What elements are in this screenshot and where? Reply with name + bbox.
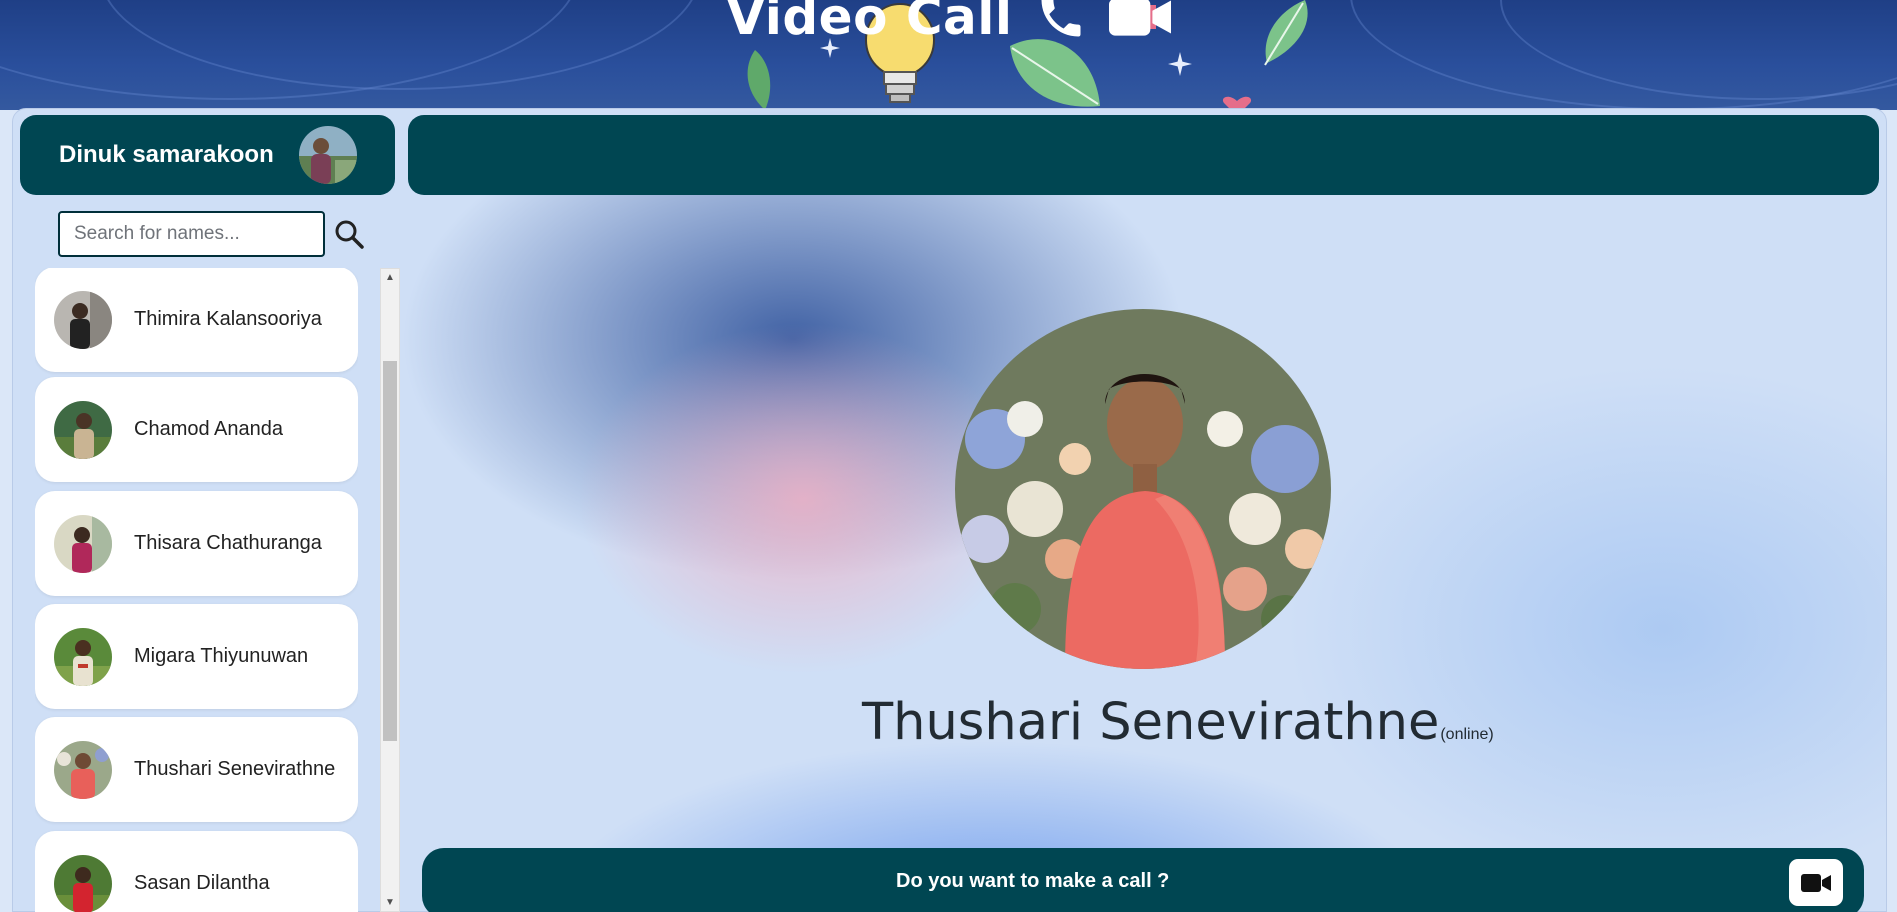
selected-contact-name: Thushari Senevirathne	[862, 693, 1440, 752]
contact-avatar	[54, 290, 112, 349]
avatar-photo	[955, 309, 1331, 669]
contact-item[interactable]: Sasan Dilantha	[35, 831, 358, 912]
contact-avatar	[54, 400, 112, 459]
contact-name: Migara Thiyunuwan	[134, 645, 309, 667]
chat-top-bar	[408, 115, 1879, 195]
contact-item[interactable]: Chamod Ananda	[35, 377, 358, 482]
current-user-name: Dinuk samarakoon	[59, 141, 274, 168]
contact-name: Thushari Senevirathne	[134, 758, 336, 780]
contact-avatar	[54, 854, 112, 912]
contact-name: Thimira Kalansooriya	[134, 308, 322, 330]
app-title-text: Video Call	[726, 0, 1013, 46]
search-input[interactable]	[58, 211, 325, 257]
sparkle-decoration	[1168, 52, 1192, 76]
contact-avatar	[54, 627, 112, 686]
contact-name: Chamod Ananda	[134, 418, 284, 440]
avatar-photo	[54, 290, 112, 349]
avatar-photo	[299, 126, 357, 184]
phone-icon	[1041, 0, 1081, 37]
contact-list: Thimira Kalansooriya Chamod Ananda Thisa…	[35, 268, 358, 912]
avatar-photo	[54, 854, 112, 912]
scroll-up-arrow-icon[interactable]: ▲	[381, 269, 399, 286]
header-banner: Video Call	[0, 0, 1897, 110]
contact-name: Thisara Chathuranga	[134, 532, 322, 554]
avatar-photo	[54, 514, 112, 573]
avatar-photo	[54, 400, 112, 459]
start-video-call-button[interactable]	[1789, 859, 1843, 906]
avatar-photo	[54, 627, 112, 686]
contact-avatar	[54, 740, 112, 799]
call-prompt-text: Do you want to make a call ?	[896, 870, 1170, 892]
app-title: Video Call	[0, 0, 1897, 46]
contact-item[interactable]: Thimira Kalansooriya	[35, 268, 358, 372]
search-icon[interactable]	[333, 218, 365, 250]
leaf-decoration	[747, 50, 771, 110]
contact-name: Sasan Dilantha	[134, 872, 270, 894]
selected-contact-info: Thushari Senevirathne (online)	[862, 693, 1494, 752]
contact-item[interactable]: Thisara Chathuranga	[35, 491, 358, 596]
contact-item[interactable]: Migara Thiyunuwan	[35, 604, 358, 709]
avatar-photo	[54, 740, 112, 799]
scroll-down-arrow-icon[interactable]: ▼	[381, 894, 399, 911]
online-status-label: (online)	[1440, 726, 1494, 743]
contact-list-scrollbar[interactable]: ▲ ▼	[380, 268, 400, 912]
video-camera-icon	[1801, 873, 1831, 892]
call-prompt-bar: Do you want to make a call ?	[422, 848, 1864, 912]
current-user-header: Dinuk samarakoon	[20, 115, 395, 195]
scrollbar-thumb[interactable]	[383, 361, 397, 741]
selected-contact-photo	[955, 309, 1331, 669]
current-user-avatar[interactable]	[299, 126, 357, 184]
contact-avatar	[54, 514, 112, 573]
contact-search	[58, 211, 365, 257]
contact-item-selected[interactable]: Thushari Senevirathne	[35, 717, 358, 822]
video-camera-icon	[1108, 0, 1171, 36]
